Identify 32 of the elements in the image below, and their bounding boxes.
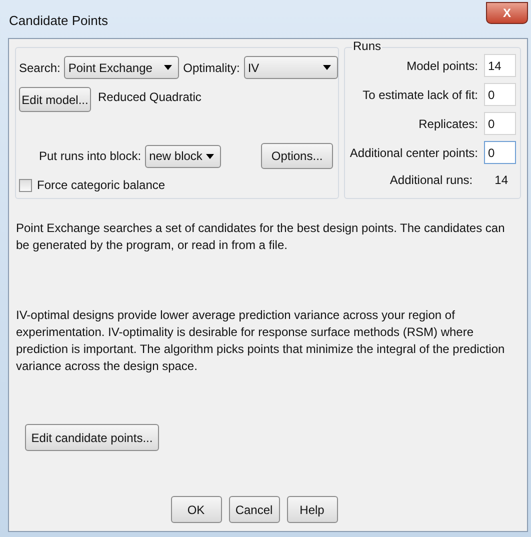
caret-icon	[206, 154, 214, 158]
additional-runs-label: Additional runs:	[390, 173, 473, 187]
edit-model-button[interactable]: Edit model...	[19, 87, 91, 112]
optimality-dropdown[interactable]: IV	[244, 56, 338, 79]
checkbox-label: Force categoric balance	[37, 178, 166, 192]
input-field[interactable]: 0	[484, 112, 516, 135]
description-text: IV-optimal designs provide lower average prediction variance across your region of experimentation. IV-optimality is desirable for response surface methods (RSM) where prediction is important. The algorithm picks points that minimize the integral of the prediction variance across the design space.	[15, 307, 506, 375]
field-label: Model points:	[406, 58, 478, 72]
model-name: Reduced Quadratic	[98, 90, 202, 104]
input-field[interactable]: 0	[484, 83, 516, 106]
window-title: Candidate Points	[9, 13, 108, 28]
dialog-button[interactable]: Cancel	[228, 496, 280, 523]
block-dropdown[interactable]: new block	[145, 144, 222, 168]
field-label: Additional center points:	[350, 146, 478, 160]
field-label: To estimate lack of fit:	[362, 88, 478, 102]
edit-candidate-points-button[interactable]: Edit candidate points...	[25, 424, 159, 451]
runs-title: Runs	[352, 39, 382, 53]
input-field[interactable]: 14	[484, 54, 516, 77]
caret-icon	[323, 65, 331, 70]
checkbox[interactable]	[19, 178, 32, 192]
description-text: Point Exchange searches a set of candidates for the best design points. The candidates can be generated by the program, or read in from a file.	[15, 220, 506, 254]
dialog-button[interactable]: Help	[286, 496, 338, 523]
options-button[interactable]: Options...	[261, 143, 334, 169]
field-label: Replicates:	[418, 116, 478, 130]
search-label: Search:	[19, 60, 60, 74]
additional-runs-value: 14	[494, 173, 508, 187]
block-label: Put runs into block:	[39, 149, 142, 163]
dialog-button[interactable]: OK	[170, 496, 222, 523]
search-dropdown[interactable]: Point Exchange	[64, 56, 180, 79]
optimality-label: Optimality:	[183, 60, 240, 74]
input-field[interactable]: 0	[484, 141, 516, 164]
caret-icon	[164, 65, 172, 70]
